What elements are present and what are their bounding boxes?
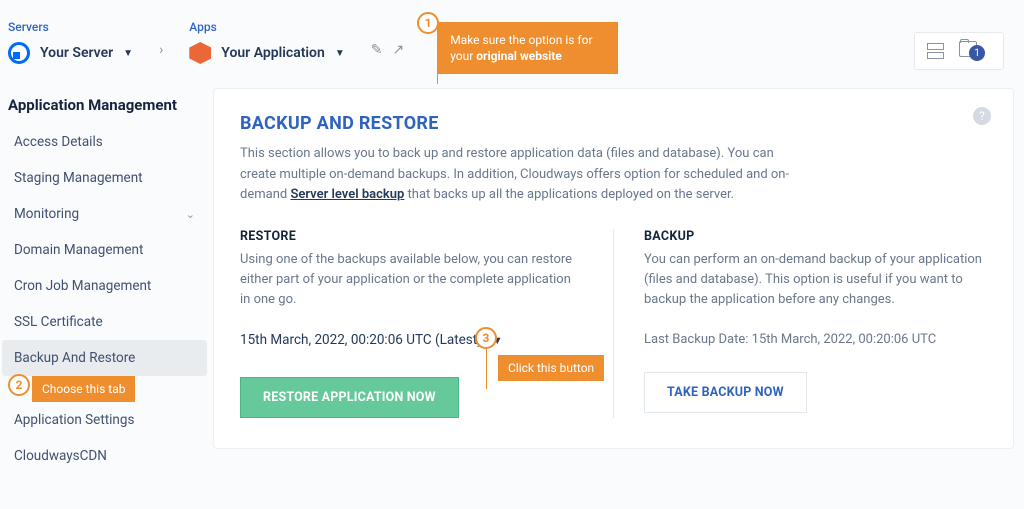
server-name: Your Server [40, 45, 113, 61]
annotation-number-1: 1 [417, 12, 439, 34]
app-name: Your Application [221, 45, 325, 61]
chevron-right-icon: › [159, 42, 163, 58]
digitalocean-icon [8, 42, 30, 64]
backup-column: BACKUP You can perform an on-demand back… [644, 229, 987, 418]
caret-down-icon: ▼ [123, 48, 133, 59]
take-backup-button[interactable]: TAKE BACKUP NOW [644, 372, 807, 413]
sidebar-item-monitoring[interactable]: Monitoring⌄ [2, 196, 207, 232]
sidebar: Application Management Access Details St… [2, 88, 207, 474]
apps-label: Apps [189, 20, 344, 34]
restore-column: RESTORE Using one of the backups availab… [240, 229, 583, 418]
annotation-callout-1: 1 Make sure the option is for your origi… [438, 22, 618, 74]
chevron-down-icon: ⌄ [186, 208, 195, 221]
backup-select[interactable]: 15th March, 2022, 00:20:06 UTC (Latest) … [240, 326, 583, 355]
sidebar-heading: Application Management [2, 88, 207, 124]
sidebar-item-access-details[interactable]: Access Details [2, 124, 207, 160]
server-level-backup-link[interactable]: Server level backup [290, 187, 404, 202]
list-view-icon[interactable] [927, 43, 945, 59]
column-divider [613, 229, 614, 418]
servers-label: Servers [8, 20, 133, 34]
caret-down-icon: ▼ [335, 48, 345, 59]
page-description: This section allows you to back up and r… [240, 144, 800, 204]
top-breadcrumb-bar: Servers Your Server ▼ › Apps Your Applic… [0, 0, 1024, 78]
sidebar-item-staging[interactable]: Staging Management [2, 160, 207, 196]
sidebar-item-domain[interactable]: Domain Management [2, 232, 207, 268]
last-backup-line: Last Backup Date: 15th March, 2022, 00:2… [644, 330, 987, 350]
annotation-callout-3: Click this button [498, 355, 604, 381]
open-external-icon[interactable]: ↗ [392, 42, 404, 58]
sidebar-item-backup-restore[interactable]: Backup And Restore [2, 340, 207, 376]
last-backup-value: 15th March, 2022, 00:20:06 UTC [752, 332, 937, 347]
magento-icon [189, 42, 211, 64]
edit-icon[interactable]: ✎ [371, 42, 383, 58]
app-selector[interactable]: Your Application ▼ [189, 42, 344, 64]
restore-heading: RESTORE [240, 229, 583, 244]
sidebar-item-ssl[interactable]: SSL Certificate [2, 304, 207, 340]
restore-application-button[interactable]: RESTORE APPLICATION NOW [240, 377, 459, 418]
sidebar-item-app-settings[interactable]: Application Settings [2, 402, 207, 438]
backup-text: You can perform an on-demand backup of y… [644, 250, 987, 310]
view-switcher: 1 [914, 32, 1004, 70]
help-icon[interactable]: ? [973, 107, 991, 125]
page-title: BACKUP AND RESTORE [240, 113, 987, 134]
sidebar-item-cdn[interactable]: CloudwaysCDN [2, 438, 207, 474]
sidebar-item-cron[interactable]: Cron Job Management [2, 268, 207, 304]
notification-badge: 1 [969, 45, 985, 61]
annotation-callout-2: Choose this tab [32, 376, 135, 402]
server-selector[interactable]: Your Server ▼ [8, 42, 133, 64]
backup-heading: BACKUP [644, 229, 987, 244]
main-card: ? BACKUP AND RESTORE This section allows… [213, 88, 1014, 449]
backup-select-value: 15th March, 2022, 00:20:06 UTC (Latest) [240, 332, 482, 348]
restore-text: Using one of the backups available below… [240, 250, 583, 310]
